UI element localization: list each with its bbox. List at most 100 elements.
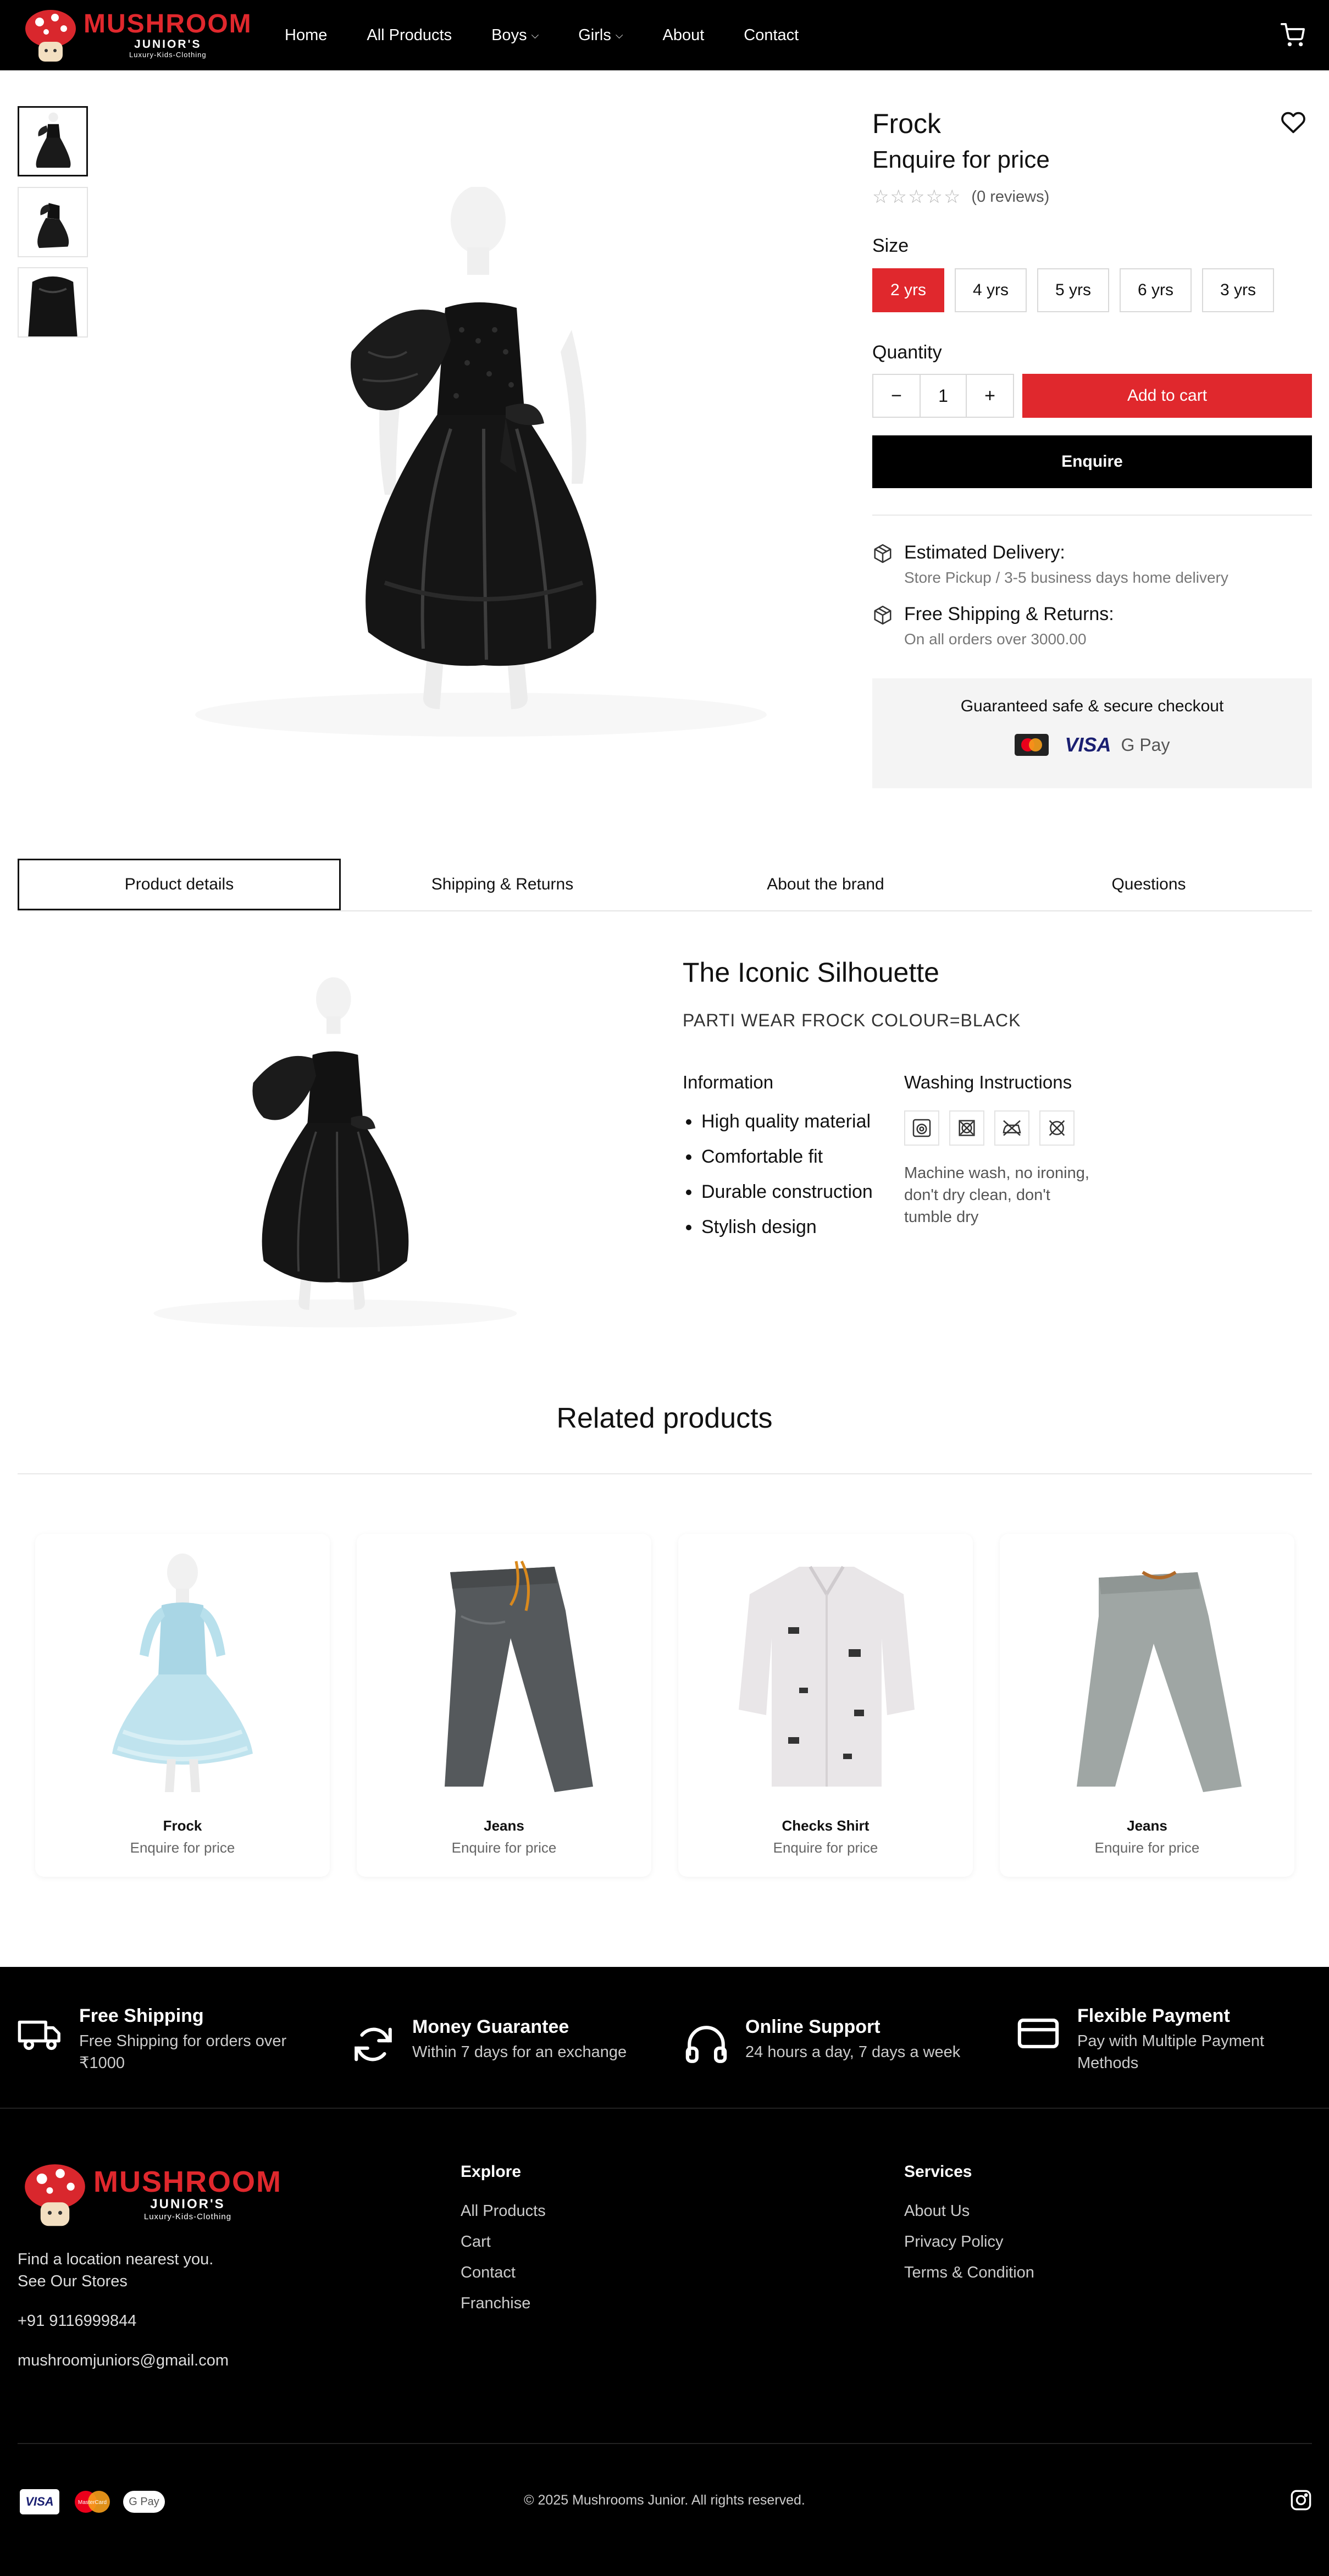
divider [0,2108,1329,2109]
machine-wash-icon [904,1110,939,1146]
divider [18,2443,1312,2444]
gallery-thumbnail-3[interactable] [18,267,88,338]
brand-wordmark: MUSHROOM JUNIOR'S Luxury-Kids-Clothing [84,11,252,59]
checks-shirt-image [739,1566,915,1787]
footer-link-contact[interactable]: Contact [461,2264,516,2282]
add-to-cart-button[interactable]: Add to cart [1022,374,1312,418]
product-main-image[interactable] [187,186,775,742]
star-empty-icon: ☆ [890,186,907,207]
nav-all-products[interactable]: All Products [367,26,452,45]
footer-link-about-us[interactable]: About Us [904,2202,970,2220]
related-product-price: Enquire for price [1094,1839,1200,1856]
feature-title: Money Guarantee [412,2016,569,2037]
washing-icons [904,1110,1084,1146]
quantity-label: Quantity [872,342,942,363]
details-heading: The Iconic Silhouette [683,957,939,988]
related-product-card[interactable]: Jeans Enquire for price [357,1534,651,1877]
tab-questions[interactable]: Questions [987,859,1310,910]
heart-icon[interactable] [1281,110,1306,135]
enquire-button[interactable]: Enquire [872,435,1312,488]
footer-link-all-products[interactable]: All Products [461,2202,546,2220]
delivery-title: Estimated Delivery: [904,542,1065,563]
product-detail-image [148,973,522,1336]
footer-link-terms[interactable]: Terms & Condition [904,2264,1034,2282]
footer-email[interactable]: mushroomjuniors@gmail.com [18,2350,229,2372]
delivery-info: Estimated Delivery: Store Pickup / 3-5 b… [872,542,1228,587]
brand-wordmark: MUSHROOM JUNIOR'S Luxury-Kids-Clothing [93,2167,282,2221]
services-title: Services [904,2163,972,2181]
tab-about-brand[interactable]: About the brand [664,859,987,910]
shipping-info: Free Shipping & Returns: On all orders o… [872,604,1114,648]
secure-checkout-box: Guaranteed safe & secure checkout VISA G… [872,678,1312,788]
instagram-icon[interactable] [1290,2489,1312,2511]
explore-title: Explore [461,2163,522,2181]
jeans-image [445,1560,593,1792]
divider [18,1473,1312,1474]
nav-boys[interactable]: Boys ⌵ [491,26,539,45]
nav-girls[interactable]: Girls ⌵ [578,26,623,45]
delivery-text: Store Pickup / 3-5 business days home de… [904,569,1228,586]
list-item: Stylish design [683,1214,881,1240]
size-label: Size [872,235,909,256]
related-product-price: Enquire for price [130,1839,235,1856]
tab-product-details[interactable]: Product details [18,859,341,910]
brand-name: MUSHROOM [84,9,252,39]
copyright-text: © 2025 Mushrooms Junior. All rights rese… [524,2492,805,2508]
feature-list: High quality material Comfortable fit Du… [683,1108,881,1249]
brand-tagline: Luxury-Kids-Clothing [143,2212,232,2222]
no-dry-clean-icon [1039,1110,1075,1146]
size-option-2yrs[interactable]: 2 yrs [872,268,944,312]
feature-online-support: Online Support 24 hours a day, 7 days a … [684,2016,960,2067]
brand-logo[interactable]: MUSHROOM JUNIOR'S Luxury-Kids-Clothing [23,7,252,64]
feature-text: Pay with Multiple Payment Methods [1077,2032,1265,2072]
footer-link-cart[interactable]: Cart [461,2233,491,2251]
quantity-value[interactable]: 1 [920,375,967,417]
feature-text: Free Shipping for orders over ₹1000 [79,2032,287,2072]
product-price: Enquire for price [872,146,1050,173]
size-option-5yrs[interactable]: 5 yrs [1037,268,1109,312]
size-option-3yrs[interactable]: 3 yrs [1202,268,1274,312]
footer-phone[interactable]: +91 9116999844 [18,2310,136,2332]
quantity-decrease-button[interactable]: − [873,375,920,417]
footer-link-franchise[interactable]: Franchise [461,2295,530,2313]
related-product-card[interactable]: Jeans Enquire for price [1000,1534,1294,1877]
payment-logos: VISA G Pay [872,733,1312,756]
no-ironing-icon [994,1110,1029,1146]
brand-subname: JUNIOR'S [150,2197,225,2212]
footer-link-privacy-policy[interactable]: Privacy Policy [904,2233,1004,2251]
nav-contact[interactable]: Contact [744,26,799,45]
size-option-4yrs[interactable]: 4 yrs [955,268,1027,312]
feature-free-shipping: Free Shipping Free Shipping for orders o… [18,2005,310,2074]
tab-shipping-returns[interactable]: Shipping & Returns [341,859,664,910]
star-empty-icon: ☆ [907,186,925,207]
gallery-thumbnail-2[interactable] [18,187,88,257]
size-option-6yrs[interactable]: 6 yrs [1120,268,1192,312]
quantity-increase-button[interactable]: + [967,375,1013,417]
mushroom-logo-icon [25,10,76,62]
related-product-name: Jeans [1127,1817,1167,1834]
related-product-card[interactable]: Checks Shirt Enquire for price [678,1534,973,1877]
feature-text: 24 hours a day, 7 days a week [745,2043,961,2061]
shipping-title: Free Shipping & Returns: [904,604,1114,624]
related-product-card[interactable]: Frock Enquire for price [35,1534,330,1877]
quantity-stepper: − 1 + [872,374,1014,418]
cart-icon[interactable] [1281,23,1305,47]
refresh-icon [355,2027,392,2061]
headphones-icon [685,2026,727,2063]
review-count[interactable]: (0 reviews) [971,188,1049,206]
brand-tagline: Luxury-Kids-Clothing [129,51,207,59]
frock-image [153,977,517,1328]
nav-home[interactable]: Home [285,26,327,45]
frock-thumbnail-image [28,276,77,336]
shipping-text: On all orders over 3000.00 [904,631,1087,648]
feature-title: Free Shipping [79,2005,204,2026]
gallery-thumbnail-1[interactable] [18,106,88,176]
truck-icon [18,2020,60,2050]
feature-title: Flexible Payment [1077,2005,1230,2026]
list-item: Durable construction [683,1179,881,1205]
details-description: PARTI WEAR FROCK COLOUR=BLACK [683,1010,1021,1030]
visa-icon: VISA [1065,733,1111,756]
footer-brand-logo[interactable]: MUSHROOM JUNIOR'S Luxury-Kids-Clothing [22,2160,282,2229]
see-our-stores-link[interactable]: See Our Stores [18,2270,128,2292]
nav-about[interactable]: About [663,26,705,45]
